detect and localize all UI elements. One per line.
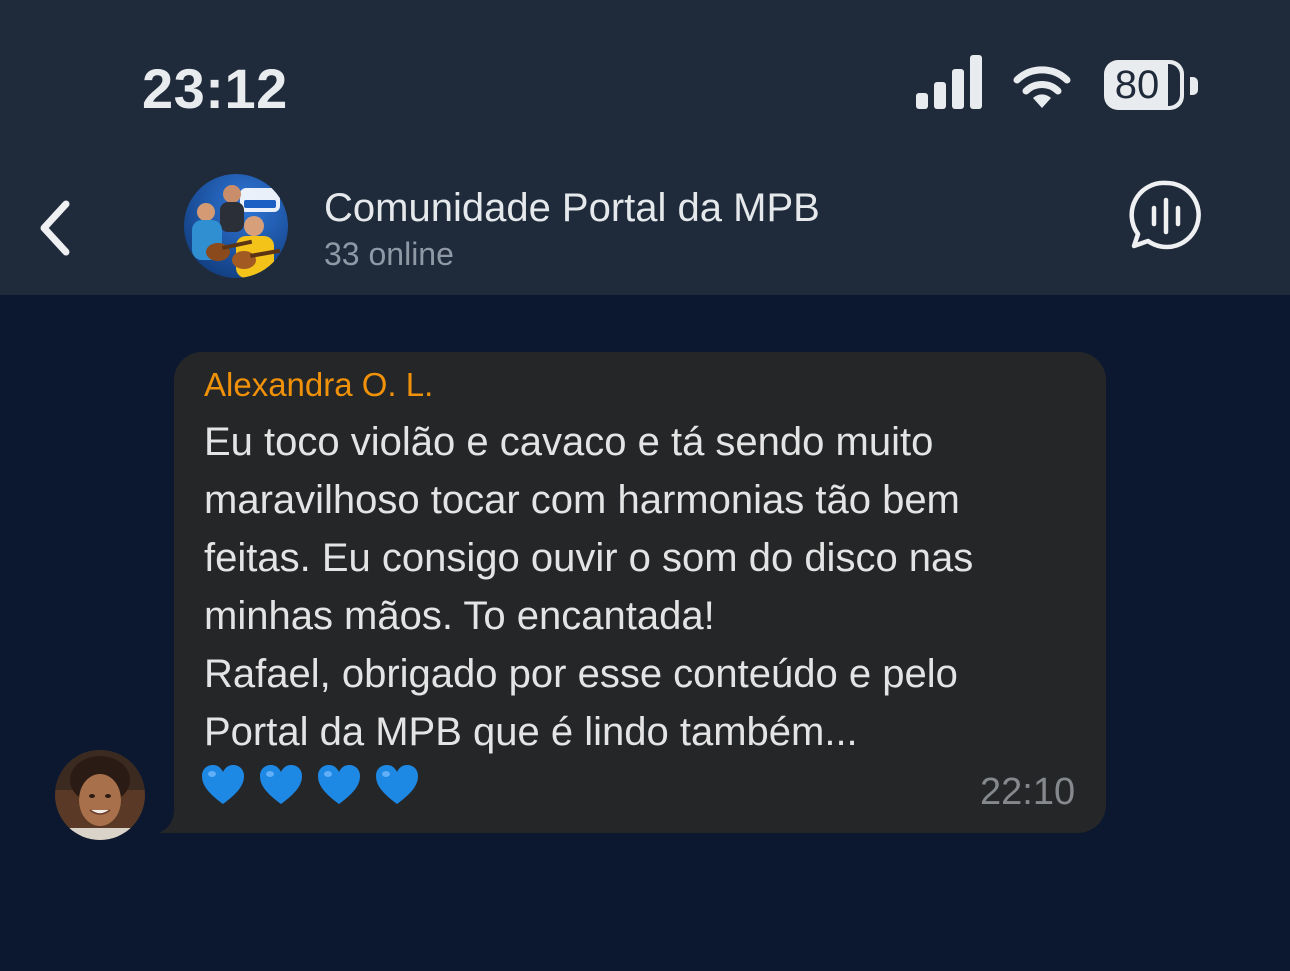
sender-avatar-image — [55, 750, 145, 840]
message-time: 22:10 — [980, 771, 1076, 813]
battery-tip — [1190, 77, 1198, 95]
blue-hearts — [200, 762, 420, 816]
battery-level: 80 — [1114, 63, 1160, 107]
chat-title[interactable]: Comunidade Portal da MPB — [324, 186, 820, 231]
blue-heart-icon — [260, 765, 302, 804]
blue-heart-icon — [376, 765, 418, 804]
message-line: minhas mãos. To encantada! — [204, 594, 715, 638]
message-text: Eu toco violão e cavaco e tá sendo muito… — [204, 413, 1084, 761]
voice-chat-icon[interactable] — [1128, 178, 1204, 254]
cellular-signal-icon — [916, 55, 982, 109]
sender-name[interactable]: Alexandra O. L. — [204, 366, 433, 404]
chevron-left-icon[interactable] — [34, 196, 78, 260]
wifi-icon — [1013, 66, 1071, 108]
message-line: feitas. Eu consigo ouvir o som do disco … — [204, 536, 974, 580]
message-line: Portal da MPB que é lindo também... — [204, 710, 858, 754]
chat-screen: 23:12 80 Comunidade Portal da MPB 33 onl… — [0, 0, 1290, 971]
message-line: maravilhoso tocar com harmonias tão bem — [204, 478, 960, 522]
group-avatar[interactable] — [184, 174, 288, 278]
battery-icon: 80 — [1104, 60, 1200, 112]
blue-heart-icon — [318, 765, 360, 804]
sender-avatar[interactable] — [55, 750, 145, 840]
online-count: 33 online — [324, 236, 454, 272]
message-line: Rafael, obrigado por esse conteúdo e pel… — [204, 652, 958, 696]
group-avatar-image — [184, 174, 288, 278]
status-time: 23:12 — [142, 57, 288, 120]
message-line: Eu toco violão e cavaco e tá sendo muito — [204, 420, 934, 464]
blue-heart-icon — [202, 765, 244, 804]
